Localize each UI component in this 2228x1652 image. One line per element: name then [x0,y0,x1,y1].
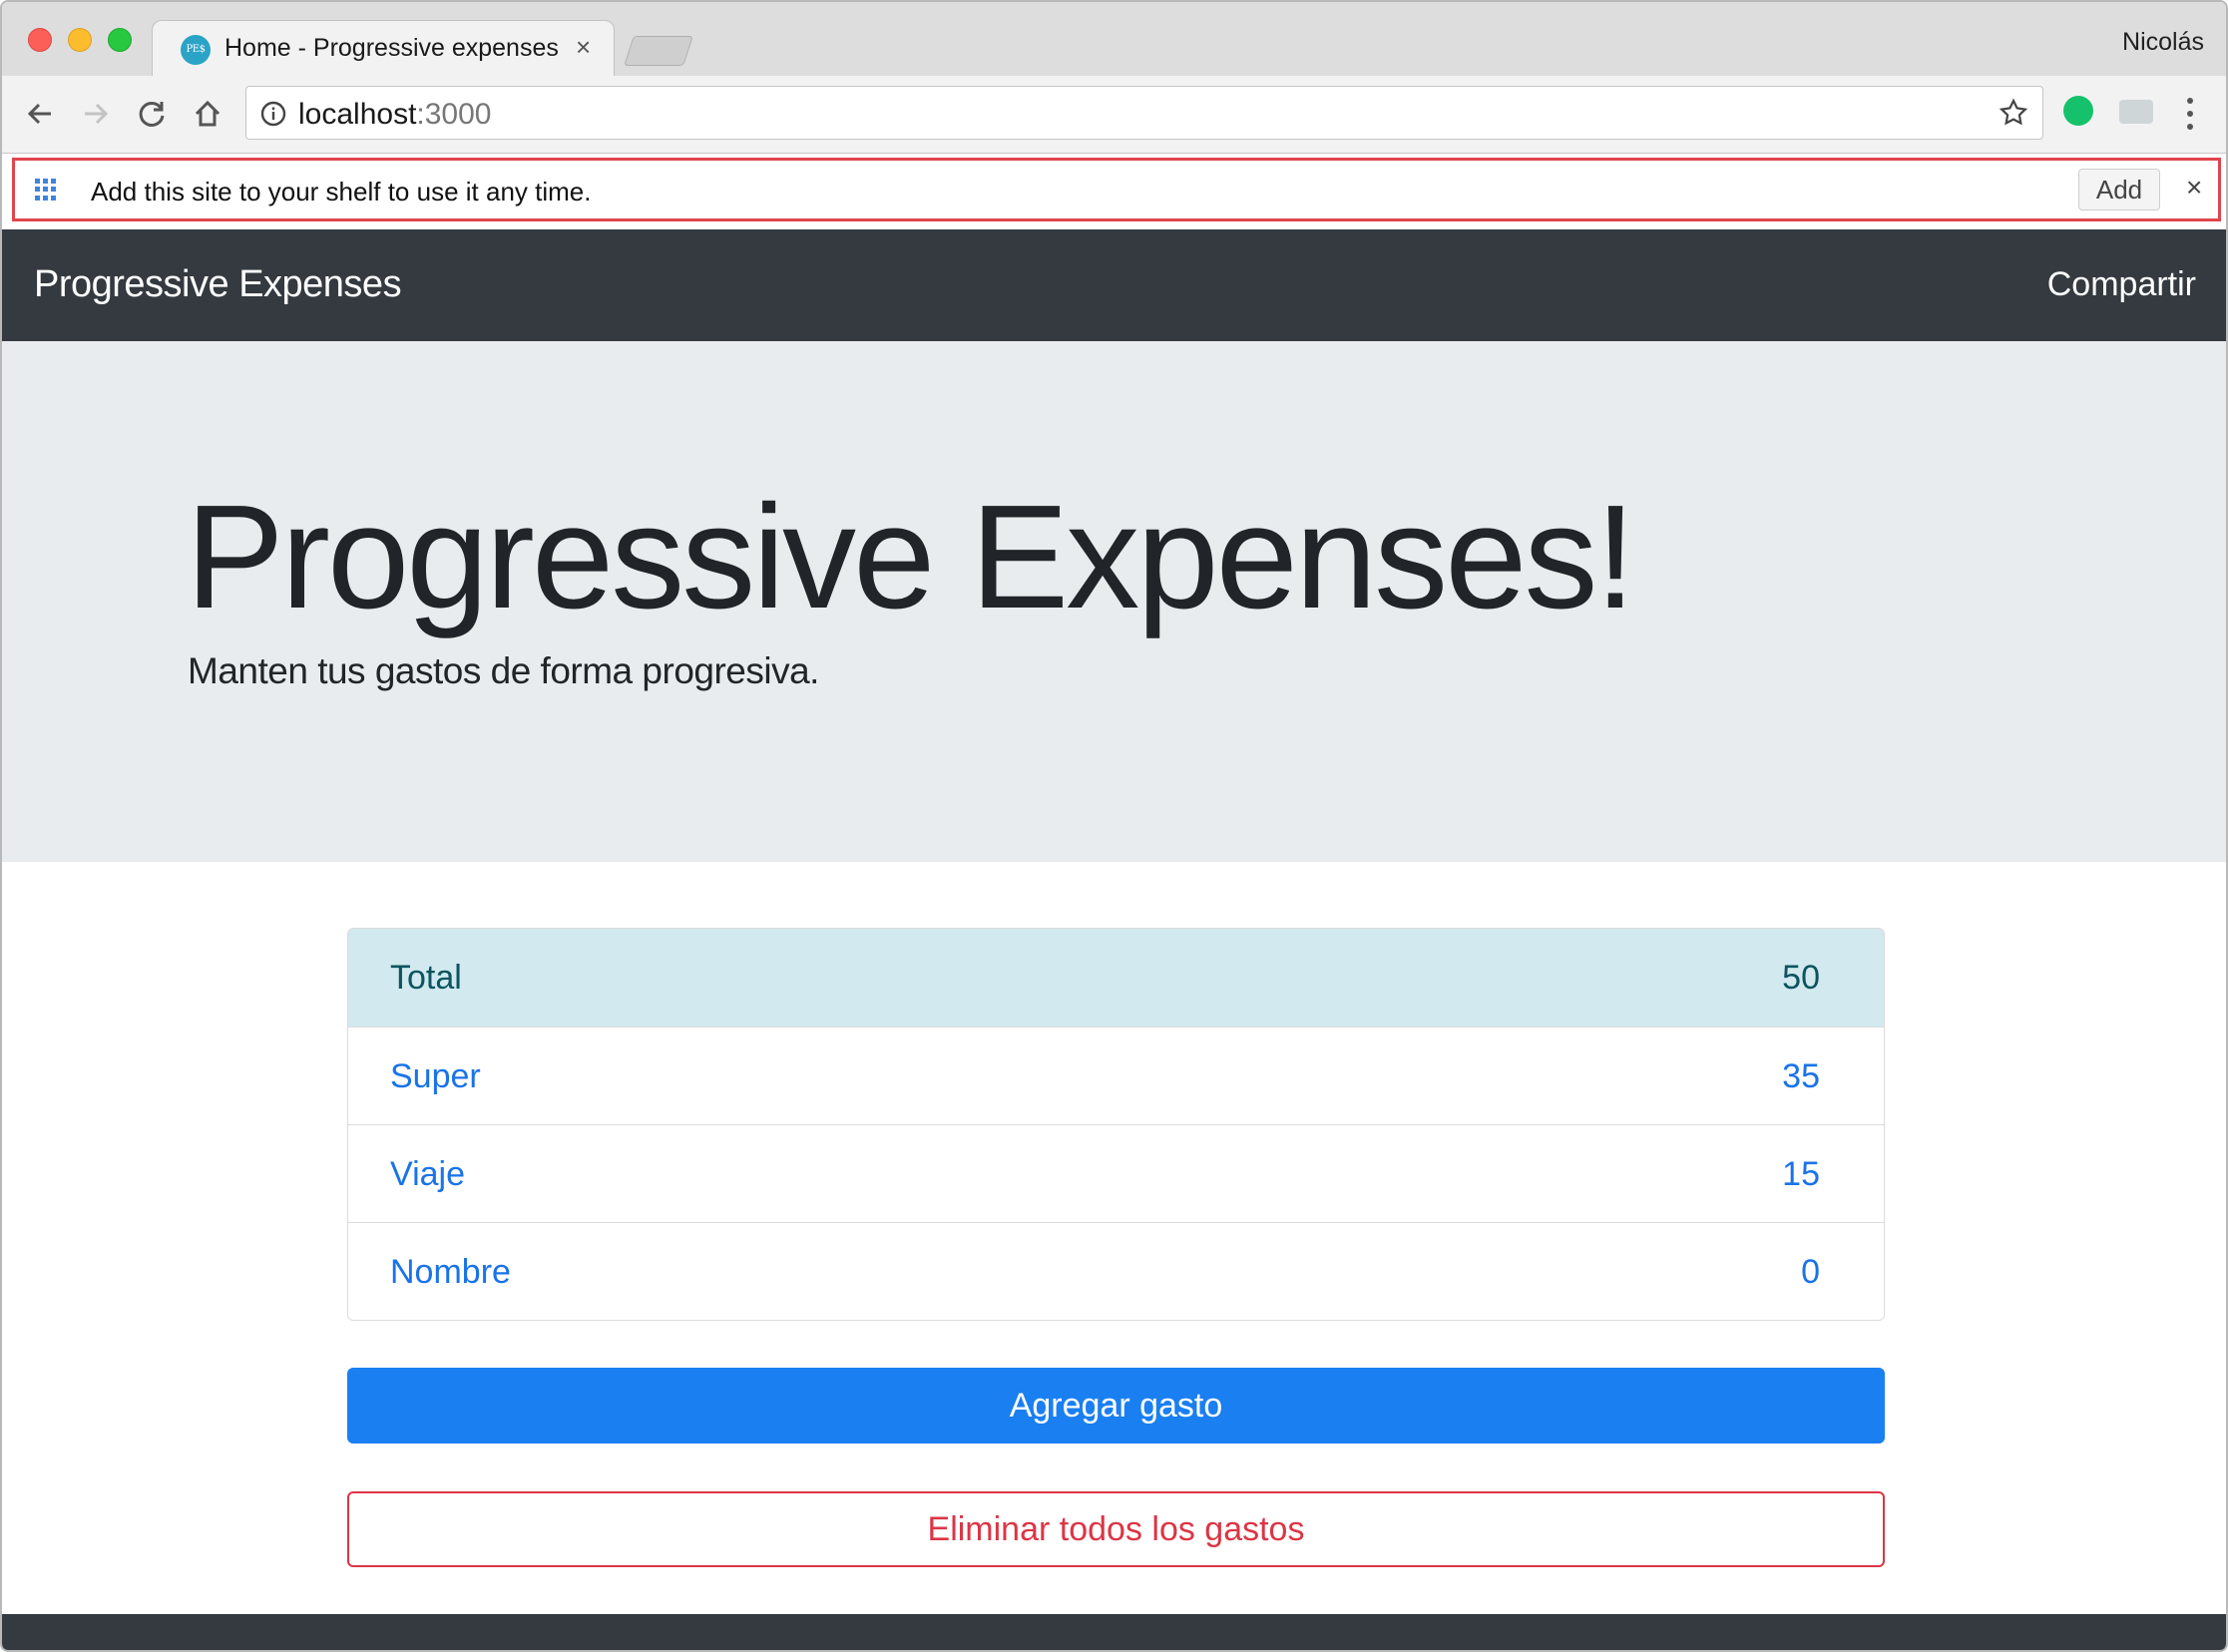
info-icon[interactable] [260,101,286,132]
hero-lead: Manten tus gastos de forma progresiva. [188,650,819,691]
hero-title: Progressive Expenses! [186,475,1636,639]
add-to-shelf-infobar: Add this site to your shelf to use it an… [12,158,2221,221]
home-icon[interactable] [188,94,227,134]
list-item-name[interactable]: Viaje [390,1155,465,1194]
share-link[interactable]: Compartir [2047,265,2196,304]
cast-icon[interactable] [2119,100,2153,124]
back-icon[interactable] [20,94,60,134]
browser-tab[interactable]: PE$ Home - Progressive expenses × [152,20,615,78]
address-bar[interactable]: localhost:3000 [245,86,2043,140]
list-item-name[interactable]: Super [390,1057,481,1096]
forward-icon[interactable] [76,94,116,134]
list-item-value: 50 [1782,959,1820,997]
minimize-window-button[interactable] [68,28,92,52]
menu-icon[interactable] [2181,94,2199,134]
url-text[interactable]: localhost:3000 [298,98,491,132]
list-item-name: Total [390,959,462,997]
browser-window: PE$ Home - Progressive expenses × Nicolá… [0,0,2228,1652]
tab-strip: PE$ Home - Progressive expenses × Nicolá… [2,2,2226,78]
close-window-button[interactable] [28,28,52,52]
maximize-window-button[interactable] [108,28,132,52]
app-navbar: Progressive Expenses Compartir [2,229,2226,341]
apps-grid-icon [35,179,57,201]
reload-icon[interactable] [132,94,172,134]
add-expense-button[interactable]: Agregar gasto [347,1368,1885,1444]
list-item-value[interactable]: 15 [1782,1155,1820,1194]
favicon-icon: PE$ [181,35,211,65]
list-item-total: Total 50 [348,929,1884,1027]
infobar-add-button[interactable]: Add [2078,169,2160,210]
browser-toolbar: localhost:3000 [2,76,2226,154]
delete-all-expenses-button[interactable]: Eliminar todos los gastos [347,1491,1885,1567]
list-item[interactable]: Viaje 15 [348,1124,1884,1222]
list-item[interactable]: Nombre 0 [348,1222,1884,1320]
grammarly-icon[interactable] [2063,96,2093,126]
infobar-message: Add this site to your shelf to use it an… [91,177,592,206]
infobar-close-icon[interactable]: × [2186,172,2202,204]
list-item-value[interactable]: 35 [1782,1057,1820,1096]
list-item-value[interactable]: 0 [1801,1253,1820,1292]
list-item[interactable]: Super 35 [348,1027,1884,1124]
star-icon[interactable] [1999,98,2028,133]
hero-section: Progressive Expenses! Manten tus gastos … [2,341,2226,862]
list-item-name[interactable]: Nombre [390,1253,511,1292]
profile-name[interactable]: Nicolás [2122,28,2204,57]
expenses-list: Total 50 Super 35 Viaje 15 Nombre 0 [347,928,1885,1321]
footer-bar [2,1614,2226,1650]
new-tab-button[interactable] [624,36,693,66]
tab-title: Home - Progressive expenses [224,34,559,62]
tab-close-icon[interactable]: × [576,32,591,63]
navbar-brand[interactable]: Progressive Expenses [34,263,402,306]
